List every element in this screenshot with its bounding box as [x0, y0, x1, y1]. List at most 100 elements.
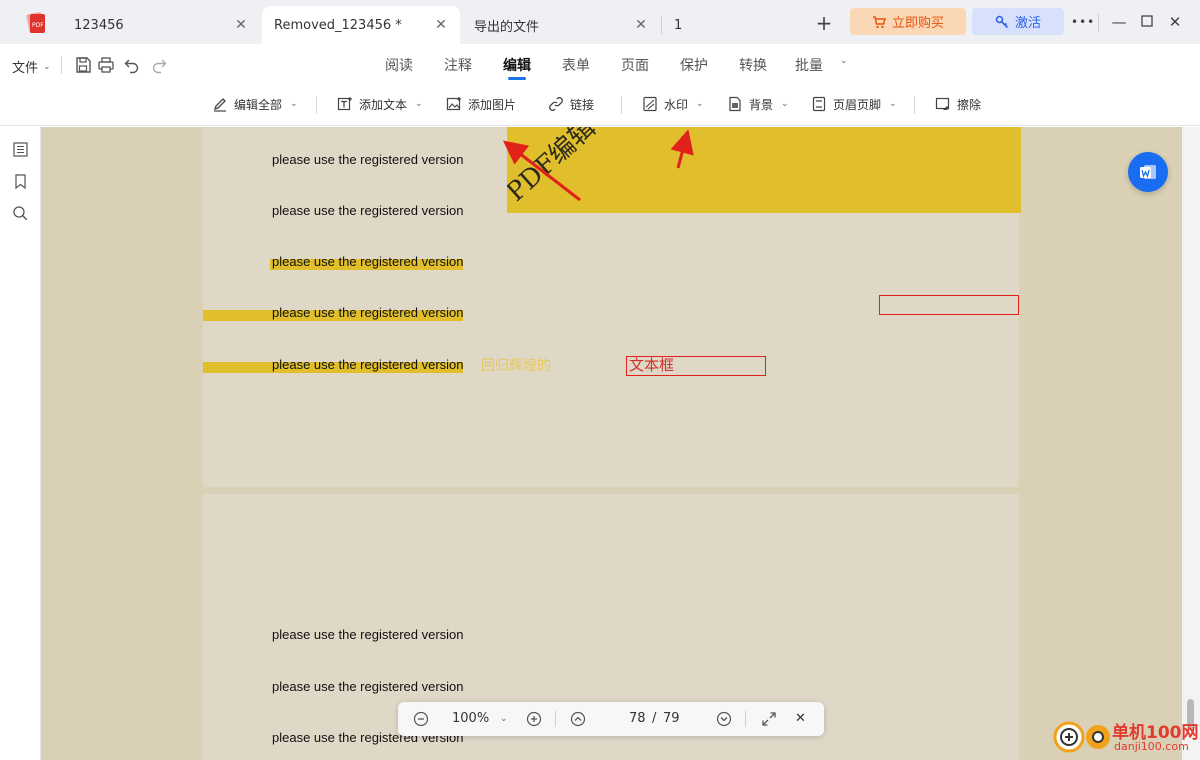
eraser-icon — [935, 97, 950, 110]
pdf-page[interactable]: PDF编辑 please use the registered version … — [203, 127, 1021, 487]
search-icon[interactable] — [12, 205, 29, 222]
edit-all-label: 编辑全部 — [234, 97, 283, 112]
thumbnails-icon[interactable] — [12, 141, 29, 158]
tab-exported-file[interactable]: 导出的文件 ✕ — [462, 6, 660, 44]
add-image-button[interactable]: 添加图片 — [446, 94, 516, 114]
zoom-level[interactable]: 100% — [452, 710, 489, 728]
erase-button[interactable]: 擦除 — [935, 94, 981, 114]
menu-tab-annotate[interactable]: 注释 — [444, 55, 472, 75]
total-pages: 79 — [663, 711, 680, 726]
fullscreen-icon[interactable] — [761, 711, 777, 727]
menu-bar: 文件 ⌄ 阅读 注释 编辑 表单 页面 保护 转换 批量 ⌄ — [0, 44, 1200, 84]
next-page-icon[interactable] — [716, 711, 732, 727]
tab-removed-123456[interactable]: Removed_123456 * ✕ — [262, 6, 460, 44]
watermark-button[interactable]: 水印 ⌄ — [642, 94, 704, 114]
text-line: please use the registered version — [272, 357, 464, 372]
zoom-divider — [745, 711, 746, 727]
watermark-icon — [643, 96, 657, 112]
tab-label: 123456 — [74, 17, 124, 33]
chevron-down-icon: ⌄ — [415, 99, 423, 109]
erase-label: 擦除 — [957, 97, 982, 112]
window-divider — [1098, 14, 1099, 32]
text-line: please use the registered version — [272, 305, 464, 320]
tab-label: Removed_123456 * — [274, 17, 402, 33]
inserted-image[interactable]: PDF编辑 — [507, 127, 1021, 213]
tab-label: 导出的文件 — [474, 19, 540, 35]
current-page[interactable]: 78 — [629, 710, 646, 728]
background-label: 背景 — [749, 97, 774, 112]
chevron-down-icon: ⌄ — [889, 99, 897, 109]
tab-123456[interactable]: 123456 ✕ — [62, 6, 260, 44]
close-icon[interactable]: ✕ — [434, 18, 448, 32]
watermark-label: 水印 — [664, 97, 689, 112]
close-zoom-bar-icon[interactable]: ✕ — [795, 710, 806, 728]
svg-text:PDF: PDF — [32, 22, 44, 29]
new-tab-plus-icon[interactable]: + — [814, 13, 834, 34]
activate-label: 激活 — [1014, 16, 1041, 31]
save-icon[interactable] — [74, 56, 92, 74]
background-button[interactable]: 背景 ⌄ — [727, 94, 789, 114]
zoom-chevron-down-icon[interactable]: ⌄ — [500, 710, 508, 728]
chevron-down-icon: ⌄ — [696, 99, 704, 109]
edit-all-button[interactable]: 编辑全部 ⌄ — [212, 94, 298, 114]
chevron-down-icon: ⌄ — [43, 61, 51, 72]
add-text-label: 添加文本 — [359, 97, 408, 112]
header-footer-icon — [812, 96, 826, 112]
zoom-page-bar: 100% ⌄ 78 / 79 ✕ — [398, 702, 824, 736]
text-line: please use the registered version — [272, 203, 464, 218]
link-button[interactable]: 链接 — [548, 94, 594, 114]
close-window-icon[interactable]: ✕ — [1166, 13, 1184, 31]
tab-1[interactable]: 1 — [662, 6, 722, 44]
text-box[interactable]: 文本框 — [626, 356, 766, 376]
vertical-scrollbar[interactable] — [1182, 127, 1200, 760]
toolbar-divider — [621, 96, 622, 114]
link-icon — [549, 97, 563, 111]
empty-text-box[interactable] — [879, 295, 1019, 315]
menu-tab-convert[interactable]: 转换 — [739, 55, 767, 75]
close-icon[interactable]: ✕ — [634, 18, 648, 32]
menu-tab-page[interactable]: 页面 — [621, 55, 649, 75]
undo-icon[interactable] — [123, 56, 141, 74]
menu-tab-protect[interactable]: 保护 — [680, 55, 708, 75]
file-menu[interactable]: 文件 ⌄ — [12, 57, 51, 76]
background-icon — [729, 96, 741, 112]
header-footer-label: 页眉页脚 — [833, 97, 882, 112]
more-options-icon[interactable]: ••• — [1071, 13, 1094, 31]
faint-inserted-text: 回归辉煌的 — [481, 358, 551, 374]
add-text-icon — [337, 97, 352, 111]
cart-icon — [872, 15, 886, 28]
zoom-divider — [555, 711, 556, 727]
more-tabs-chevron-icon[interactable]: ⌄ — [840, 56, 848, 66]
zoom-out-icon[interactable] — [413, 711, 429, 727]
document-viewport[interactable]: PDF编辑 please use the registered version … — [41, 127, 1182, 760]
text-line: please use the registered version — [272, 254, 464, 269]
tab-label: 1 — [674, 17, 683, 33]
close-icon[interactable]: ✕ — [234, 18, 248, 32]
header-footer-button[interactable]: 页眉页脚 ⌄ — [811, 94, 897, 114]
menu-tab-read[interactable]: 阅读 — [385, 55, 413, 75]
toolbar-divider — [316, 96, 317, 114]
page-separator: / — [652, 711, 657, 726]
buy-now-label: 立即购买 — [891, 16, 944, 31]
buy-now-button[interactable]: 立即购买 — [850, 8, 966, 35]
menu-tab-batch[interactable]: 批量 — [795, 55, 823, 75]
menu-tab-edit[interactable]: 编辑 — [503, 55, 531, 75]
link-label: 链接 — [570, 97, 595, 112]
chevron-down-icon: ⌄ — [290, 99, 298, 109]
bookmark-icon[interactable] — [12, 173, 29, 190]
redo-icon[interactable] — [150, 56, 168, 74]
app-logo-icon: PDF — [26, 12, 45, 34]
file-menu-label: 文件 — [12, 61, 39, 76]
convert-to-word-button[interactable] — [1128, 152, 1168, 192]
zoom-in-icon[interactable] — [526, 711, 542, 727]
add-text-button[interactable]: 添加文本 ⌄ — [337, 94, 423, 114]
maximize-icon[interactable] — [1138, 13, 1156, 31]
print-icon[interactable] — [97, 56, 115, 74]
activate-button[interactable]: 激活 — [972, 8, 1064, 35]
menu-tab-form[interactable]: 表单 — [562, 55, 590, 75]
minimize-icon[interactable]: — — [1110, 13, 1128, 31]
text-line: please use the registered version — [272, 627, 464, 642]
edit-toolbar: 编辑全部 ⌄ 添加文本 ⌄ 添加图片 链接 水印 ⌄ 背景 ⌄ 页眉页脚 ⌄ 擦… — [0, 84, 1200, 126]
previous-page-icon[interactable] — [570, 711, 586, 727]
toolbar-divider — [914, 96, 915, 114]
